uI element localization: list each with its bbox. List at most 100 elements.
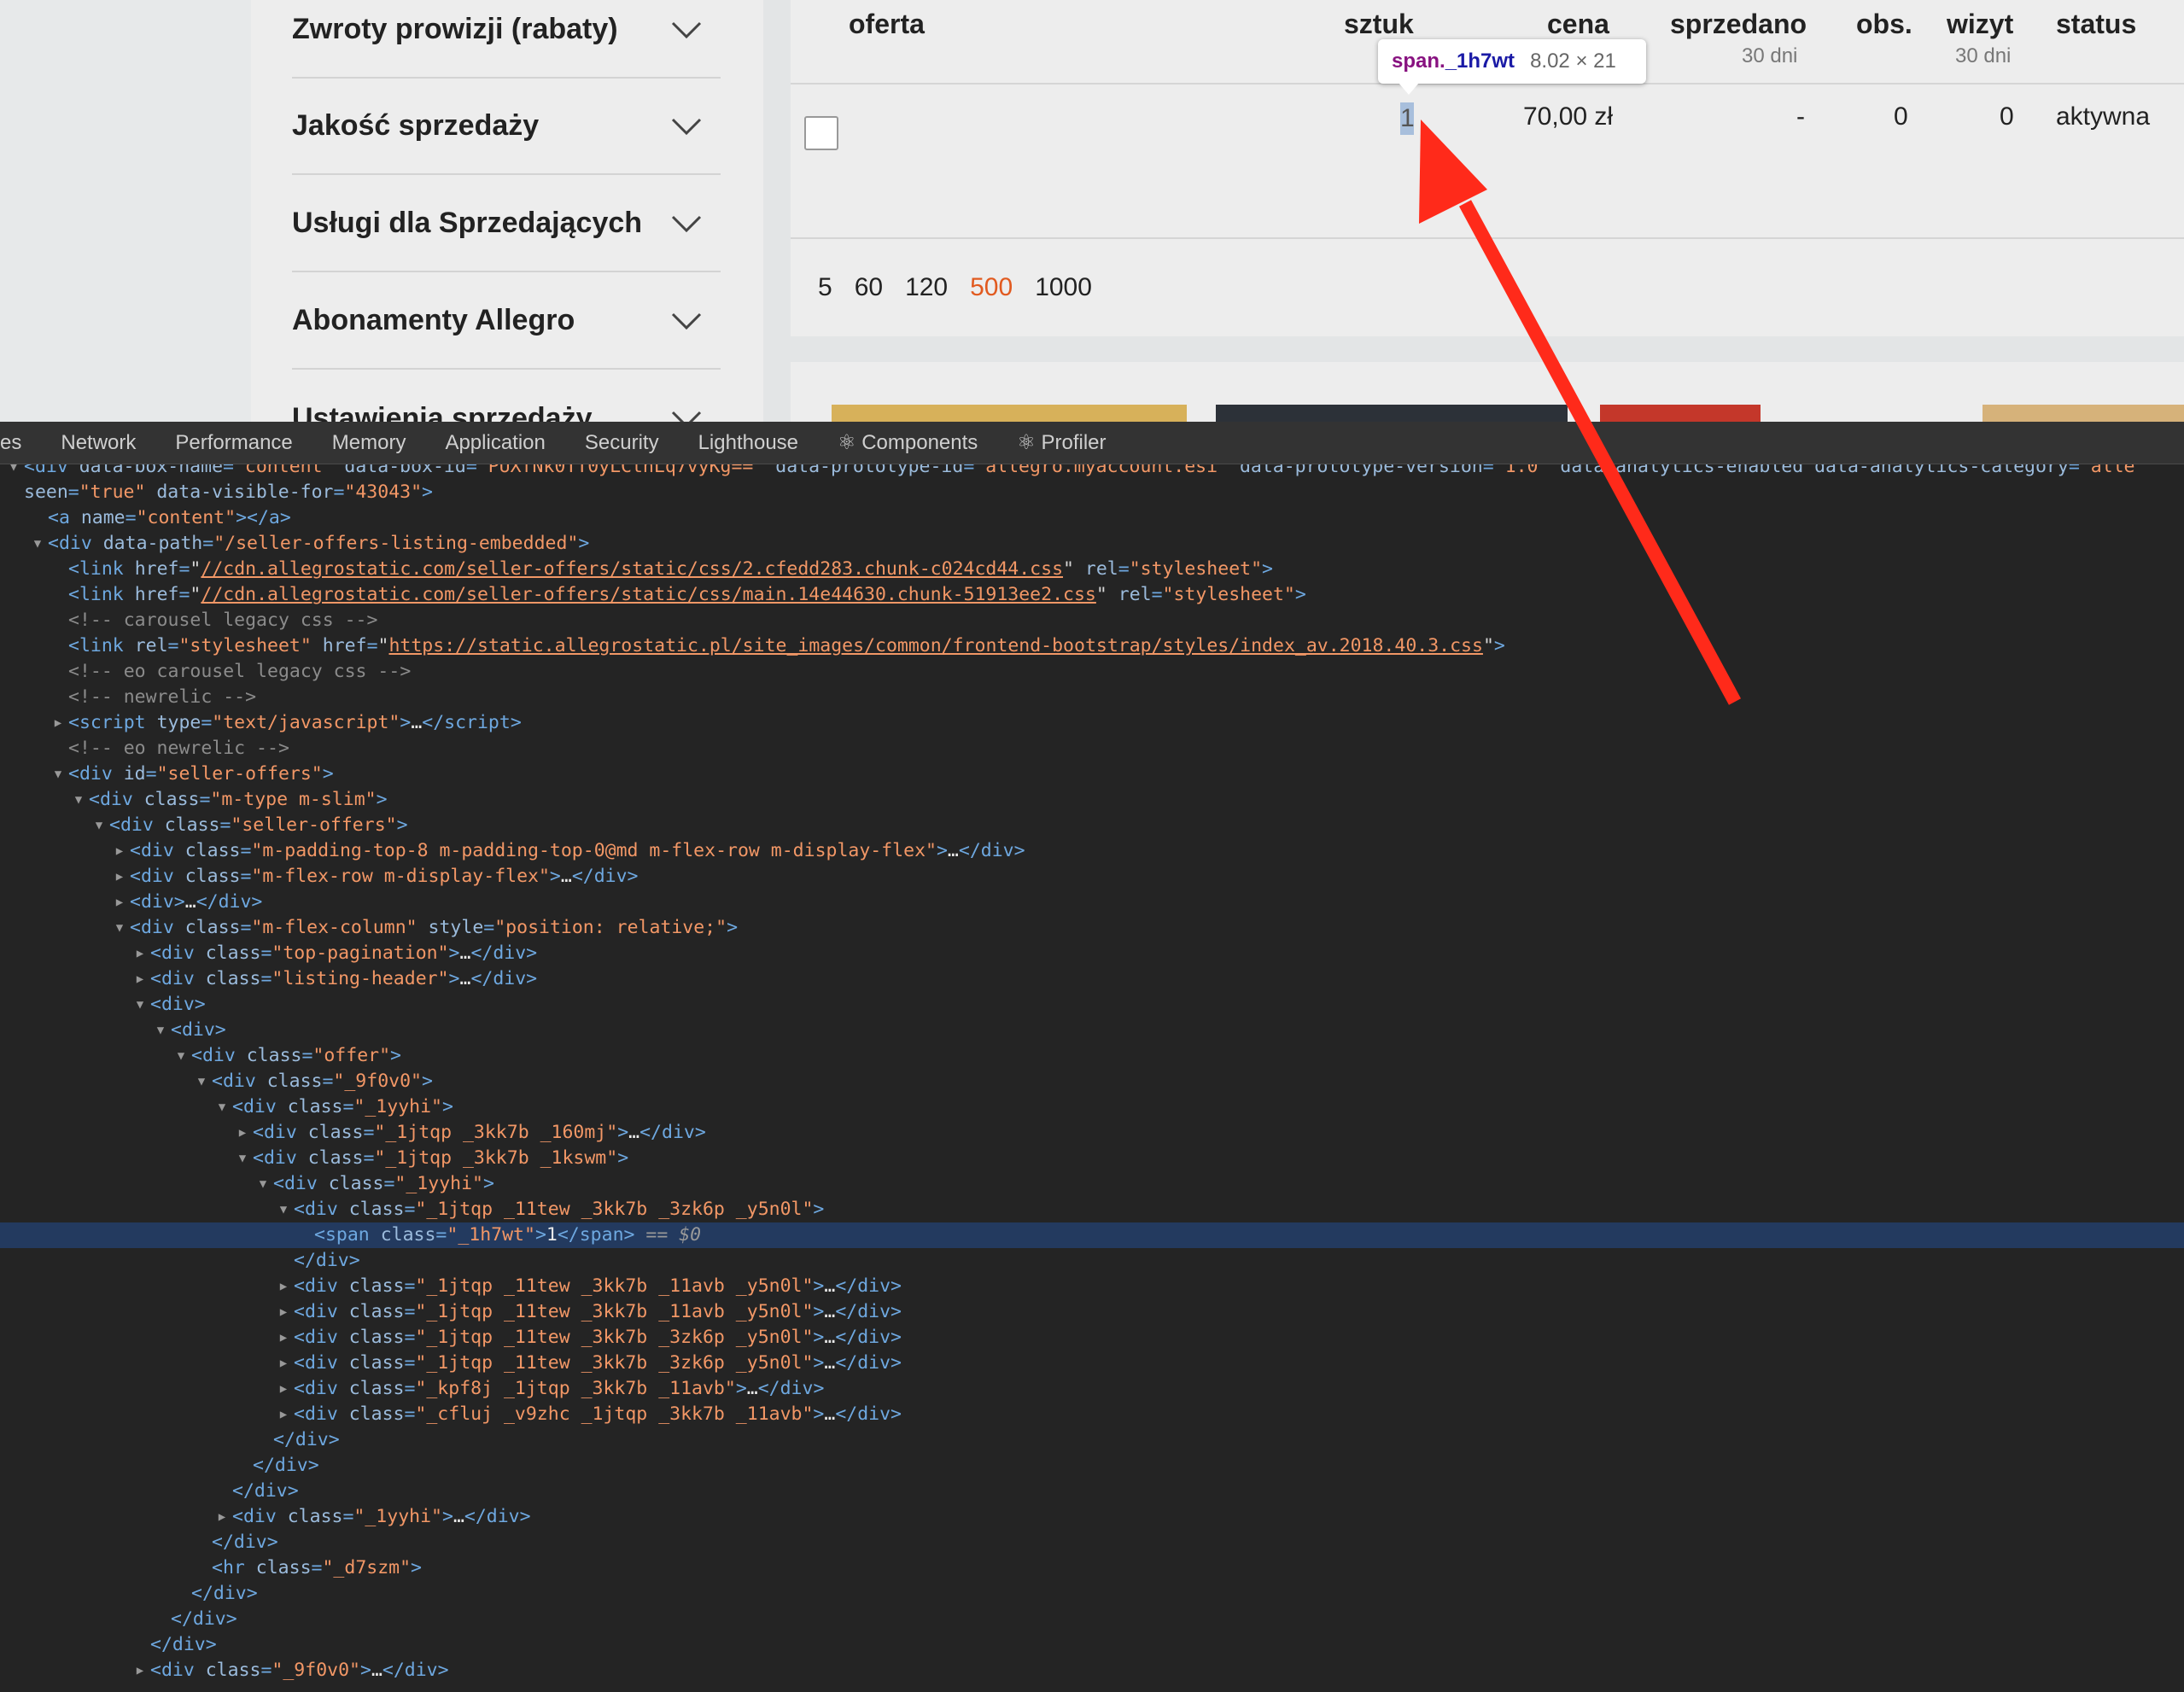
dom-node[interactable]: ▾ <div class="_1yyhi"> <box>0 1094 2184 1120</box>
page-size-selector: 5 60 120 500 1000 <box>818 273 1114 302</box>
dom-node[interactable]: ▸ <div class="_1jtqp _11tew _3kk7b _11avb… <box>0 1299 2184 1325</box>
left-gutter <box>0 0 251 422</box>
dom-node[interactable]: ▸ <div class="_1jtqp _11tew _3kk7b _3zk6p… <box>0 1351 2184 1376</box>
column-header-sold[interactable]: sprzedano <box>1670 9 1807 40</box>
dom-node[interactable]: ▸ <div class="_1jtqp _11tew _3kk7b _11avb… <box>0 1274 2184 1299</box>
sidebar-item-sales-settings[interactable]: Ustawienia sprzedaży <box>292 370 721 422</box>
sidebar-item-label: Usługi dla Sprzedających <box>292 207 643 239</box>
devtools-tab-security[interactable]: Security <box>585 431 659 455</box>
dom-node[interactable]: <!-- newrelic --> <box>0 685 2184 710</box>
page-size-option-active[interactable]: 500 <box>970 273 1013 302</box>
thumbnail-image <box>1216 405 1568 422</box>
sidebar-item-label: Jakość sprzedaży <box>292 109 540 142</box>
column-subheader-visits: 30 dni <box>1955 44 2012 67</box>
dom-node[interactable]: </div> <box>0 1632 2184 1658</box>
devtools-tab-lighthouse[interactable]: Lighthouse <box>698 431 798 455</box>
dom-node[interactable]: ▸ <div class="m-flex-row m-display-flex">… <box>0 864 2184 890</box>
dom-node[interactable]: <link href="//cdn.allegrostatic.com/sell… <box>0 582 2184 608</box>
devtools-tab-profiler[interactable]: ⚛ Profiler <box>1017 430 1106 455</box>
dom-node[interactable]: ▾ <div class="_1yyhi"> <box>0 1171 2184 1197</box>
dom-node[interactable]: <!-- eo newrelic --> <box>0 736 2184 761</box>
dom-node-selected[interactable]: <span class="_1h7wt">1</span> == $0 <box>0 1222 2184 1248</box>
dom-node[interactable]: <!-- carousel legacy css --> <box>0 608 2184 633</box>
dom-node[interactable]: ▸ <div class="listing-header">…</div> <box>0 966 2184 992</box>
sidebar-item-label: Ustawienia sprzedaży <box>292 402 593 422</box>
column-header-qty[interactable]: sztuk <box>1344 9 1414 40</box>
visits-cell: 0 <box>2000 102 2014 131</box>
chevron-down-icon <box>671 312 702 330</box>
dom-node[interactable]: <a name="content"></a> <box>0 505 2184 531</box>
thumbnail-image <box>1983 405 2184 422</box>
dom-node[interactable]: ▸ <div class="_cfluj _v9zhc _1jtqp _3kk7b… <box>0 1402 2184 1427</box>
tooltip-class: _1h7wt <box>1445 50 1515 73</box>
chevron-down-icon <box>671 411 702 422</box>
dom-node[interactable]: seen="true" data-visible-for="43043"> <box>0 480 2184 505</box>
dom-node[interactable]: </div> <box>0 1427 2184 1453</box>
dom-node[interactable]: ▾ <div class="_1jtqp _11tew _3kk7b _3zk6p… <box>0 1197 2184 1222</box>
column-header-status[interactable]: status <box>2056 9 2136 40</box>
page-size-option[interactable]: 1000 <box>1035 273 1092 302</box>
dom-node[interactable]: ▸ <div class="m-padding-top-8 m-padding-t… <box>0 838 2184 864</box>
sidebar-item-commission-refunds[interactable]: Zwroty prowizji (rabaty) <box>292 0 721 79</box>
thumbnail-image <box>832 405 1187 422</box>
page-size-option[interactable]: 5 <box>818 273 832 302</box>
dom-node[interactable]: ▾ <div class="m-type m-slim"> <box>0 787 2184 813</box>
status-cell: aktywna <box>2056 102 2151 131</box>
dom-node[interactable]: ▸ <div class="_9f0v0">…</div> <box>0 1658 2184 1683</box>
dom-node[interactable]: </div> <box>0 1607 2184 1632</box>
devtools-tab-elements[interactable]: es <box>0 431 21 455</box>
dom-node[interactable]: </div> <box>0 1248 2184 1274</box>
column-header-watch[interactable]: obs. <box>1856 9 1912 40</box>
devtools-tab-application[interactable]: Application <box>445 431 545 455</box>
dom-node[interactable]: <link href="//cdn.allegrostatic.com/sell… <box>0 557 2184 582</box>
dom-node[interactable]: ▾ <div class="_1jtqp _3kk7b _1kswm"> <box>0 1146 2184 1171</box>
column-header-offer[interactable]: oferta <box>849 9 925 40</box>
dom-node[interactable]: ▾ <div> <box>0 1018 2184 1043</box>
dom-node[interactable]: ▾ <div class="seller-offers"> <box>0 813 2184 838</box>
devtools-tab-network[interactable]: Network <box>61 431 136 455</box>
dom-node[interactable]: ▸ <div class="_1yyhi">…</div> <box>0 1504 2184 1530</box>
dom-node[interactable]: ▸ <div class="_kpf8j _1jtqp _3kk7b _11avb… <box>0 1376 2184 1402</box>
devtools-tab-components[interactable]: ⚛ Components <box>838 430 978 455</box>
dom-node[interactable]: ▾ <div> <box>0 992 2184 1018</box>
sidebar-item-label: Abonamenty Allegro <box>292 304 575 336</box>
dom-node[interactable]: ▸ <div>…</div> <box>0 890 2184 915</box>
sold-cell: - <box>1796 102 1805 131</box>
column-header-visits[interactable]: wizyt <box>1947 9 2013 40</box>
dom-node[interactable]: <!-- eo carousel legacy css --> <box>0 659 2184 685</box>
column-header-price[interactable]: cena <box>1547 9 1609 40</box>
web-page: Zwroty prowizji (rabaty) Jakość sprzedaż… <box>0 0 2184 422</box>
sidebar-item-allegro-subscriptions[interactable]: Abonamenty Allegro <box>292 273 721 370</box>
dom-node[interactable] <box>0 1683 2184 1692</box>
tooltip-pointer <box>1399 83 1419 95</box>
column-subheader-sold: 30 dni <box>1742 44 1798 67</box>
sidebar-item-sales-quality[interactable]: Jakość sprzedaży <box>292 79 721 175</box>
dom-node[interactable]: ▸ <div class="_1jtqp _3kk7b _160mj">…</di… <box>0 1120 2184 1146</box>
chevron-down-icon <box>671 215 702 232</box>
chevron-down-icon <box>671 118 702 135</box>
tooltip-selector: span. <box>1392 50 1445 73</box>
page-size-option[interactable]: 120 <box>905 273 948 302</box>
page-size-option[interactable]: 60 <box>855 273 883 302</box>
dom-node[interactable]: ▾ <div data-path="/seller-offers-listing-… <box>0 531 2184 557</box>
dom-node[interactable]: ▾ <div class="m-flex-column" style="posit… <box>0 915 2184 941</box>
dom-node[interactable]: ▸ <div class="top-pagination">…</div> <box>0 941 2184 966</box>
dom-node[interactable]: ▾ <div class="offer"> <box>0 1043 2184 1069</box>
dom-node[interactable]: </div> <box>0 1453 2184 1479</box>
dom-node[interactable]: <hr class="_d7szm"> <box>0 1555 2184 1581</box>
dom-node[interactable]: ▸ <div class="_1jtqp _11tew _3kk7b _3zk6p… <box>0 1325 2184 1351</box>
dom-node[interactable]: ▾ <div id="seller-offers"> <box>0 761 2184 787</box>
dom-node[interactable]: ▸ <script type="text/javascript">…</scrip… <box>0 710 2184 736</box>
dom-node[interactable]: </div> <box>0 1581 2184 1607</box>
dom-node[interactable]: </div> <box>0 1479 2184 1504</box>
devtools-tabbar: es Network Performance Memory Applicatio… <box>0 422 2184 464</box>
offers-listing: oferta sztuk cena sprzedano 30 dni obs. … <box>791 0 2184 336</box>
row-checkbox[interactable] <box>804 116 838 150</box>
dom-node[interactable]: ▾ <div class="_9f0v0"> <box>0 1069 2184 1094</box>
devtools-tab-performance[interactable]: Performance <box>175 431 292 455</box>
devtools-tab-memory[interactable]: Memory <box>332 431 406 455</box>
dom-node[interactable]: <link rel="stylesheet" href="https://sta… <box>0 633 2184 659</box>
sidebar-item-seller-services[interactable]: Usługi dla Sprzedających <box>292 176 721 272</box>
dom-node[interactable]: </div> <box>0 1530 2184 1555</box>
dom-node[interactable]: ▾ <div data-box-name="content" data-box-i… <box>0 464 2184 480</box>
